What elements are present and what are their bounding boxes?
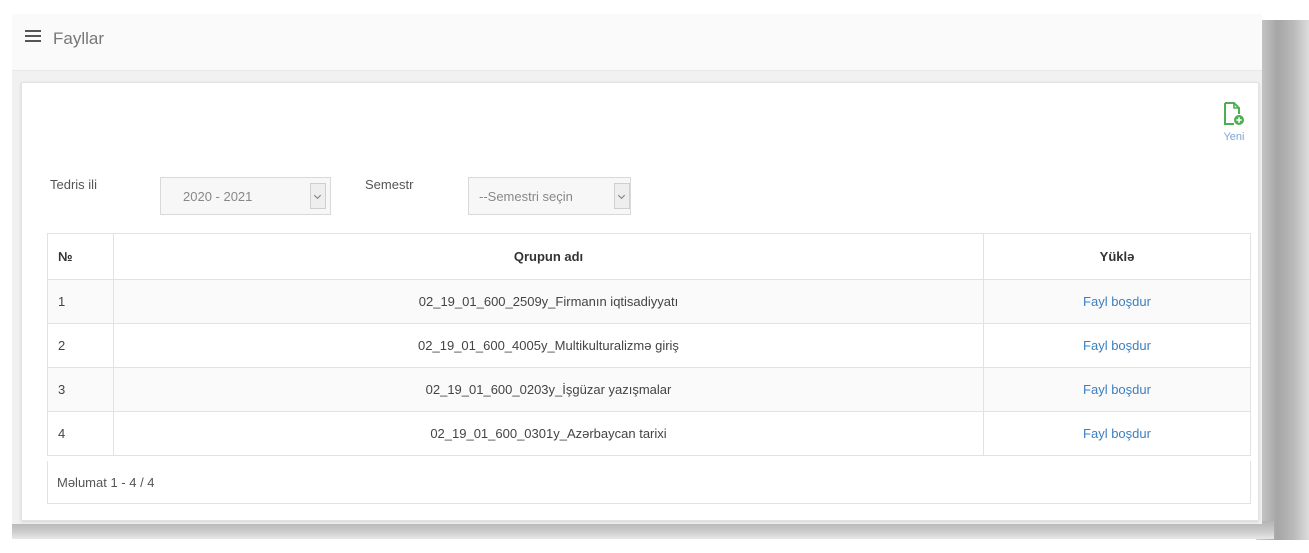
group-name: 02_19_01_600_2509y_Firmanın iqtisadiyyat…: [113, 279, 984, 324]
download-link[interactable]: Fayl boşdur: [1083, 382, 1151, 397]
semester-select-value: --Semestri seçin: [479, 189, 573, 204]
files-table: № Qrupun adı Yüklə 1 02_19_01_600_2509y_…: [47, 233, 1251, 456]
year-label: Tedris ili: [50, 177, 97, 192]
top-bar: Fayllar: [12, 14, 1262, 71]
table-row: 4 02_19_01_600_0301y_Azərbaycan tarixi F…: [47, 411, 1251, 456]
table-row: 3 02_19_01_600_0203y_İşgüzar yazışmalar …: [47, 367, 1251, 412]
download-link[interactable]: Fayl boşdur: [1083, 294, 1151, 309]
row-number: 4: [47, 411, 114, 456]
group-name: 02_19_01_600_4005y_Multikulturalizmə gir…: [113, 323, 984, 368]
column-header-download[interactable]: Yüklə: [983, 233, 1251, 280]
column-header-number[interactable]: №: [47, 233, 114, 280]
window-frame-right: [1256, 20, 1309, 540]
download-link[interactable]: Fayl boşdur: [1083, 426, 1151, 441]
row-number: 3: [47, 367, 114, 412]
group-name: 02_19_01_600_0301y_Azərbaycan tarixi: [113, 411, 984, 456]
semester-select[interactable]: --Semestri seçin: [468, 177, 631, 215]
records-info: Məlumat 1 - 4 / 4: [57, 475, 155, 490]
file-add-icon: [1224, 102, 1244, 125]
hamburger-icon[interactable]: [25, 30, 41, 44]
table-row: 1 02_19_01_600_2509y_Firmanın iqtisadiyy…: [47, 279, 1251, 324]
column-header-group-name[interactable]: Qrupun adı: [113, 233, 984, 280]
new-button-label: Yeni: [1223, 131, 1245, 143]
table-header-row: № Qrupun adı Yüklə: [47, 233, 1251, 280]
page: Fayllar Yeni Tedris ili 2020 - 2021 Seme…: [12, 14, 1262, 524]
year-select[interactable]: 2020 - 2021: [160, 177, 331, 215]
chevron-down-icon: [310, 183, 326, 209]
year-select-value: 2020 - 2021: [183, 189, 253, 204]
page-title: Fayllar: [53, 29, 105, 48]
download-link[interactable]: Fayl boşdur: [1083, 338, 1151, 353]
new-file-button[interactable]: Yeni: [1214, 101, 1254, 143]
row-number: 2: [47, 323, 114, 368]
files-panel: Yeni Tedris ili 2020 - 2021 Semestr --Se…: [21, 82, 1259, 521]
table-row: 2 02_19_01_600_4005y_Multikulturalizmə g…: [47, 323, 1251, 368]
group-name: 02_19_01_600_0203y_İşgüzar yazışmalar: [113, 367, 984, 412]
row-number: 1: [47, 279, 114, 324]
semester-label: Semestr: [365, 177, 414, 192]
chevron-down-icon: [614, 183, 630, 209]
table-footer: Məlumat 1 - 4 / 4: [47, 461, 1251, 504]
